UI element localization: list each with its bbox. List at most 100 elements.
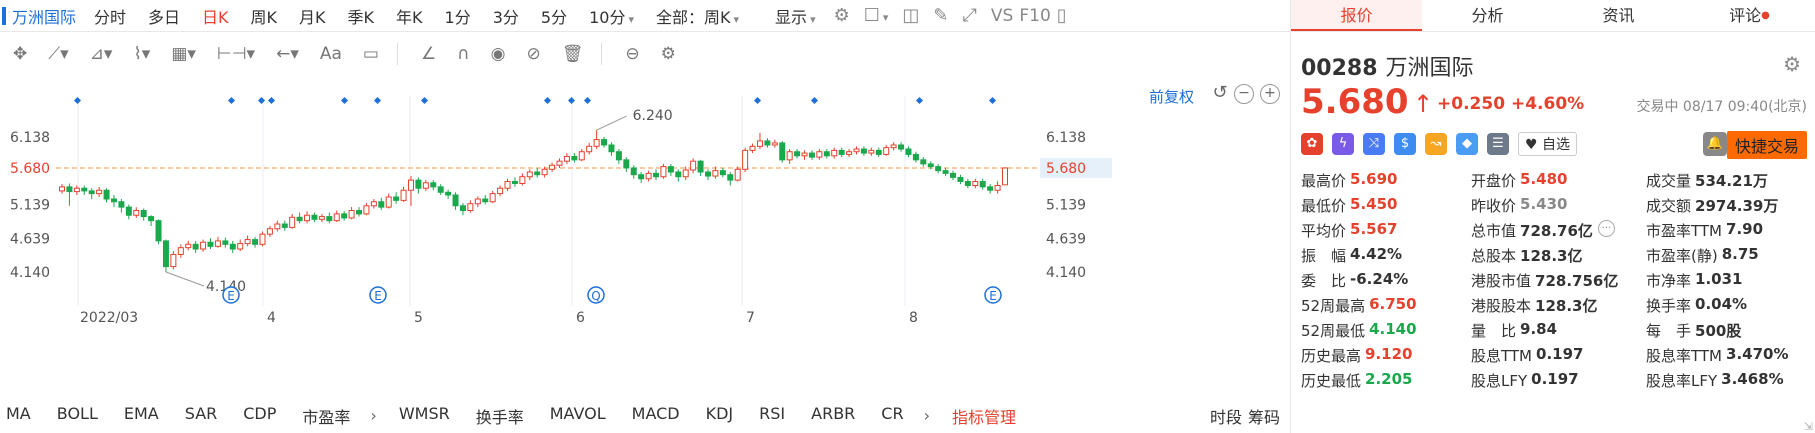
candle-body[interactable] [148, 216, 155, 222]
candle-body[interactable] [794, 151, 801, 157]
candle-body[interactable] [415, 179, 422, 189]
indicator-tab[interactable]: WMSR [399, 404, 450, 428]
range-icon[interactable]: ⊢⊣▾ [217, 44, 255, 64]
candle-body[interactable] [274, 223, 281, 230]
indicator-tab[interactable]: MA [6, 404, 31, 428]
indicator-chips[interactable]: 筹码 [1248, 404, 1280, 428]
tab-analysis[interactable]: 分析 [1422, 0, 1553, 31]
fib-icon[interactable]: ▦▾ [171, 44, 196, 64]
event-diamond[interactable] [267, 96, 276, 105]
candle-body[interactable] [534, 171, 541, 176]
candle-body[interactable] [519, 176, 526, 184]
indicator-tab[interactable]: MACD [632, 404, 680, 428]
indicator-tab[interactable]: ARBR [811, 404, 855, 428]
candle-body[interactable] [81, 187, 88, 192]
candle-body[interactable] [994, 185, 1001, 191]
arrow-icon[interactable]: ←▾ [276, 44, 299, 64]
period-tab[interactable]: 多日 [148, 4, 180, 28]
line-icon[interactable]: ⟋▾ [48, 44, 68, 64]
period-tab[interactable]: 10分 ▾ [589, 4, 634, 28]
candle-body[interactable] [890, 144, 897, 149]
candle-body[interactable] [110, 198, 117, 203]
candle-body[interactable] [972, 180, 979, 187]
candle-body[interactable] [563, 155, 570, 162]
candle-body[interactable] [838, 149, 845, 155]
candle-body[interactable] [222, 240, 229, 245]
candle-body[interactable] [771, 142, 778, 146]
candle-body[interactable] [244, 239, 251, 245]
eraser-icon[interactable]: ∠ [421, 44, 436, 64]
tab-quote[interactable]: 报价 [1291, 0, 1422, 31]
candle-body[interactable] [66, 186, 73, 193]
candle-body[interactable] [526, 171, 533, 178]
indicator-tab[interactable]: EMA [124, 404, 159, 428]
candle-body[interactable] [779, 142, 786, 161]
candle-body[interactable] [801, 152, 808, 157]
vs-button[interactable]: VS [991, 6, 1013, 26]
wave-icon[interactable]: ⌇▾ [133, 44, 150, 64]
event-diamond[interactable] [373, 96, 382, 105]
candle-body[interactable] [593, 139, 600, 147]
indicator-tab[interactable]: KDJ [706, 404, 734, 428]
tab-news[interactable]: 资讯 [1553, 0, 1684, 31]
crosshair-icon[interactable]: ✥ [13, 44, 27, 64]
candle-body[interactable] [259, 233, 266, 245]
candle-body[interactable] [578, 151, 585, 161]
period-tab[interactable]: 5分 [541, 4, 567, 28]
resize-icon[interactable]: ⇲ [1804, 420, 1813, 433]
candle-body[interactable] [712, 170, 719, 177]
stock-name[interactable]: 万洲国际 [12, 4, 76, 28]
chevron-right-icon[interactable]: › [924, 406, 930, 425]
candle-body[interactable] [719, 170, 726, 176]
candle-body[interactable] [541, 168, 548, 176]
chevron-right-icon[interactable]: › [370, 406, 376, 425]
candle-body[interactable] [675, 171, 682, 178]
candle-body[interactable] [742, 149, 749, 170]
quick-trade-button[interactable]: 快捷交易 [1726, 131, 1807, 159]
candle-body[interactable] [883, 147, 890, 155]
tab-comments[interactable]: 评论● [1684, 0, 1815, 31]
event-diamond[interactable] [257, 96, 266, 105]
candle-body[interactable] [348, 210, 355, 219]
candle-body[interactable] [289, 216, 296, 228]
candle-body[interactable] [400, 189, 407, 201]
kline-svg[interactable]: 6.138 6.138 5.680 5.680 5.139 5.139 4.639 4.639… [0, 76, 1290, 394]
candle-body[interactable] [653, 172, 660, 178]
candle-body[interactable] [846, 151, 853, 155]
comment-icon[interactable]: ▭ [363, 44, 379, 64]
candle-body[interactable] [318, 216, 325, 220]
candle-body[interactable] [860, 148, 867, 154]
settings-icon[interactable]: ⚙ [834, 5, 850, 26]
candle-body[interactable] [452, 194, 459, 207]
candle-body[interactable] [207, 241, 214, 247]
more-icon[interactable]: ··· [1597, 220, 1615, 237]
candle-body[interactable] [905, 148, 912, 155]
sidebar-toggle-icon[interactable]: ▯ [1057, 5, 1067, 26]
f10-button[interactable]: F10 [1019, 6, 1050, 26]
candle-body[interactable] [422, 182, 429, 189]
candle-body[interactable] [229, 243, 236, 250]
candle-body[interactable] [59, 186, 65, 192]
candle-body[interactable] [237, 243, 244, 250]
link-icon[interactable]: ⊖ [625, 44, 639, 64]
event-diamond[interactable] [988, 96, 997, 105]
candle-body[interactable] [697, 160, 704, 173]
doc-icon[interactable]: ☰ [1487, 133, 1509, 155]
candle-body[interactable] [549, 164, 556, 170]
candle-body[interactable] [1002, 167, 1008, 186]
candle-body[interactable] [445, 191, 452, 196]
candle-body[interactable] [155, 220, 162, 242]
candle-body[interactable] [311, 214, 318, 220]
gear-icon[interactable]: ⚙ [1783, 52, 1801, 76]
candle-body[interactable] [979, 180, 986, 188]
period-tab[interactable]: 3分 [493, 4, 519, 28]
shuffle-icon[interactable]: ⤨ [1363, 133, 1385, 155]
reset-icon[interactable]: ↺ [1210, 84, 1230, 104]
candle-body[interactable] [363, 205, 370, 215]
candle-body[interactable] [942, 170, 949, 174]
candle-body[interactable] [623, 159, 630, 169]
candle-body[interactable] [808, 152, 815, 158]
candle-body[interactable] [957, 176, 964, 182]
text-icon[interactable]: Aa [320, 44, 342, 64]
hk-flag-icon[interactable]: ✿ [1301, 133, 1323, 155]
